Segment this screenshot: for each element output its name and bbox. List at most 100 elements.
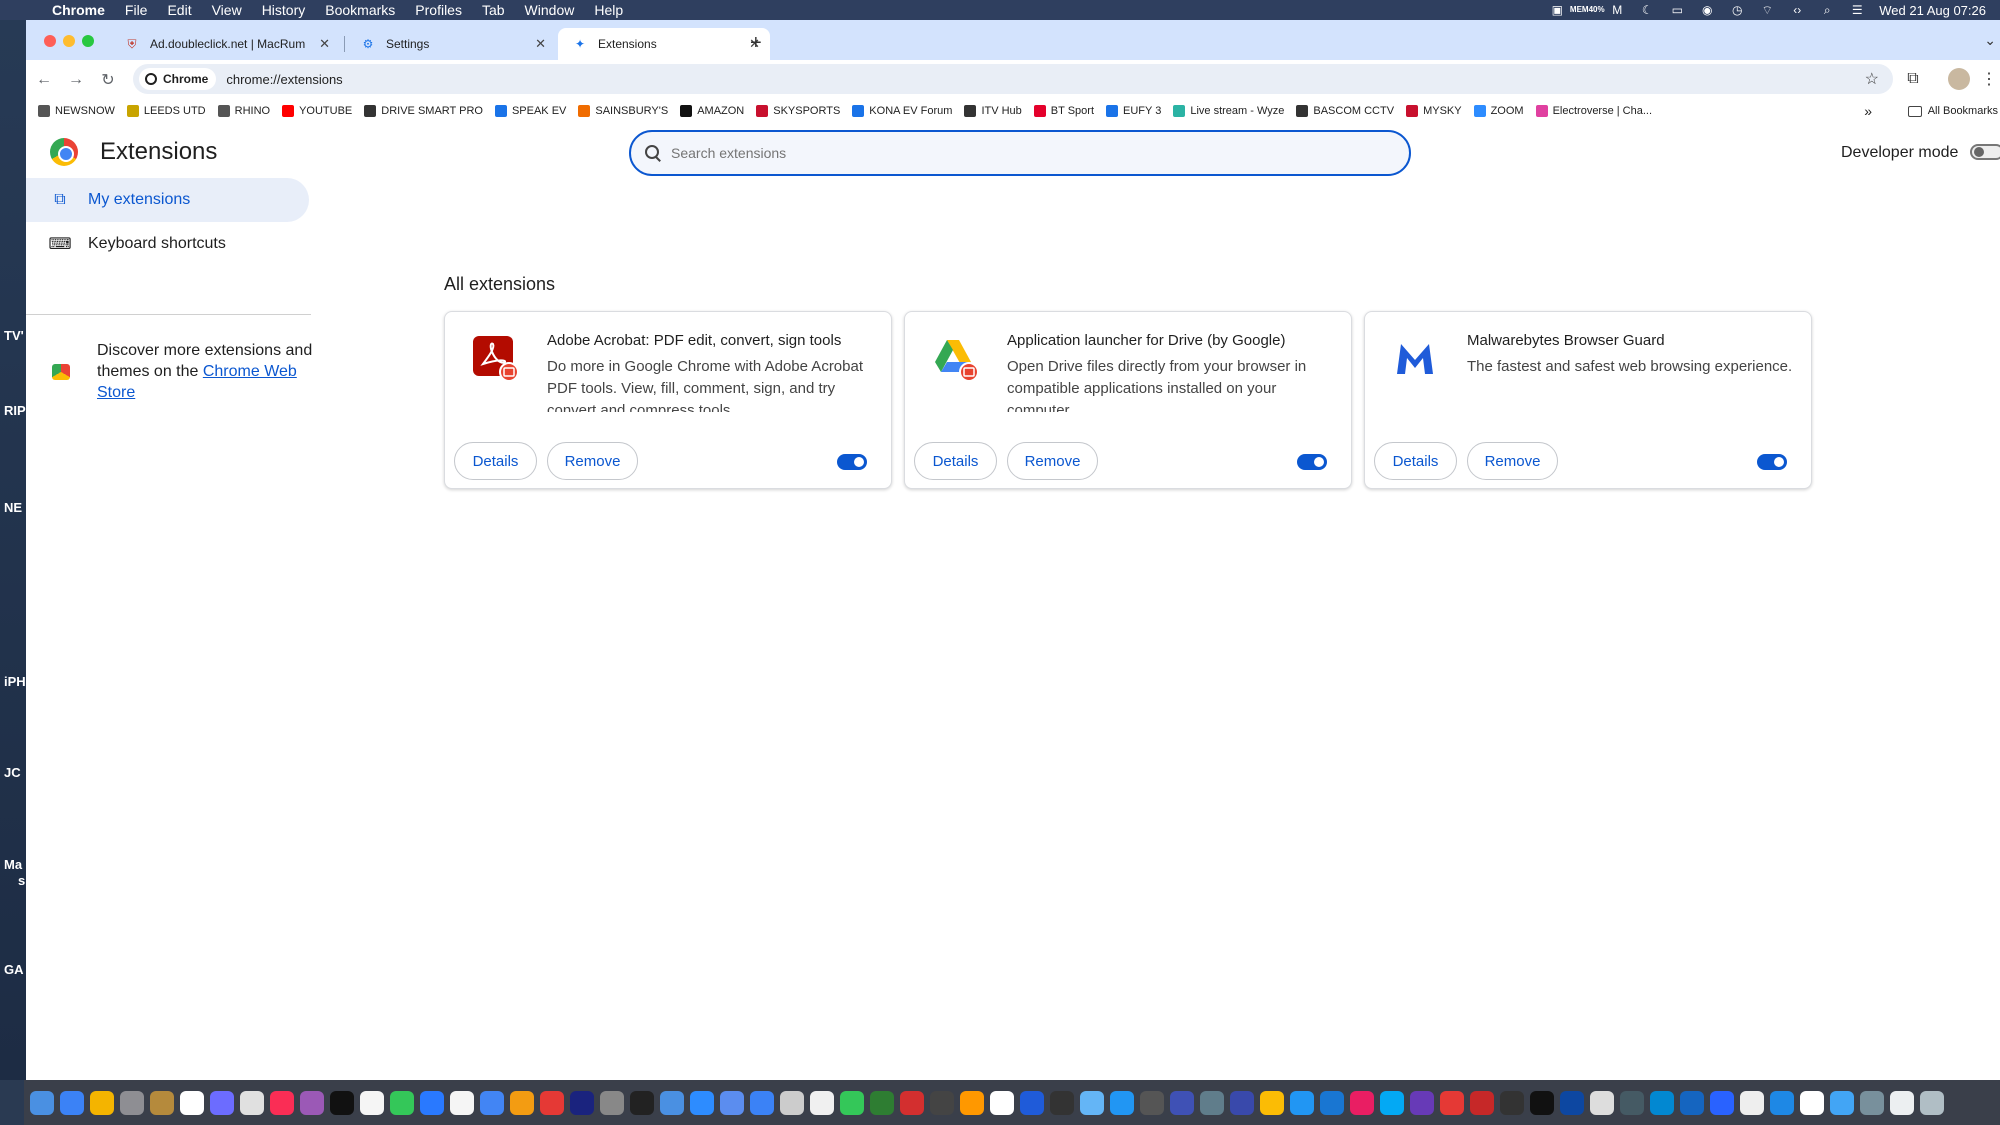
music-icon[interactable] <box>270 1090 294 1115</box>
extension-enable-toggle[interactable] <box>837 454 867 470</box>
malwarebytes-dock-icon[interactable] <box>1020 1090 1044 1115</box>
podcasts-icon[interactable] <box>300 1090 324 1115</box>
menu-window[interactable]: Window <box>525 2 575 18</box>
spotlight-icon[interactable]: ⌕ <box>1819 3 1835 17</box>
quicktime-icon[interactable] <box>750 1090 774 1115</box>
menu-history[interactable]: History <box>262 2 306 18</box>
site-info-chip[interactable]: Chrome <box>139 68 217 90</box>
close-tab-icon[interactable]: ✕ <box>535 36 546 52</box>
malwarebytes-status-icon[interactable]: M <box>1609 3 1625 17</box>
messages-icon[interactable] <box>390 1090 414 1115</box>
zoom-icon[interactable] <box>690 1090 714 1115</box>
menu-file[interactable]: File <box>125 2 148 18</box>
profile-avatar[interactable] <box>1948 68 1970 90</box>
news-icon[interactable] <box>540 1090 564 1115</box>
details-button[interactable]: Details <box>1374 442 1457 480</box>
bookmark-electroverse[interactable]: Electroverse | Cha... <box>1535 105 1652 117</box>
tab-settings[interactable]: ⚙ Settings ✕ <box>346 28 556 60</box>
bookmark-wyze[interactable]: Live stream - Wyze <box>1173 105 1284 117</box>
activity-monitor-icon[interactable] <box>630 1090 654 1115</box>
clock[interactable]: Wed 21 Aug 07:26 <box>1879 3 1986 18</box>
first-aid-icon[interactable] <box>900 1090 924 1115</box>
search-input[interactable] <box>671 145 1371 161</box>
pencil-icon[interactable] <box>960 1090 984 1115</box>
developer-mode-toggle[interactable] <box>1970 144 2000 160</box>
desktop-item-label[interactable]: NE <box>4 500 22 515</box>
home-icon[interactable] <box>1590 1090 1614 1115</box>
wifi-icon[interactable]: ⌔ <box>1759 3 1775 17</box>
preview-icon[interactable] <box>480 1090 504 1115</box>
app-store-icon[interactable] <box>420 1090 444 1115</box>
bookmark-mysky[interactable]: MYSKY <box>1406 105 1462 117</box>
menu-edit[interactable]: Edit <box>167 2 191 18</box>
word-icon[interactable] <box>1710 1090 1734 1115</box>
reload-button[interactable]: ↻ <box>96 68 120 92</box>
extensions-puzzle-icon[interactable]: ⧉ <box>1902 68 1924 90</box>
mail-icon[interactable] <box>60 1090 84 1115</box>
text-edit-icon[interactable] <box>1740 1090 1764 1115</box>
finder-icon[interactable] <box>30 1090 54 1115</box>
bookmark-sainsburys[interactable]: SAINSBURY'S <box>578 105 668 117</box>
terminal-icon[interactable] <box>1530 1090 1554 1115</box>
tab-search-chevron-icon[interactable]: ⌄ <box>1984 32 1996 49</box>
details-button[interactable]: Details <box>914 442 997 480</box>
trash-icon[interactable] <box>1920 1090 1944 1115</box>
calendar-icon[interactable] <box>180 1090 204 1115</box>
folder-dock-icon[interactable] <box>1860 1090 1884 1115</box>
desktop-item-label[interactable]: s <box>18 873 25 888</box>
preview-doc-icon[interactable] <box>810 1090 834 1115</box>
all-bookmarks-button[interactable]: All Bookmarks <box>1907 105 1998 117</box>
bookmark-star-icon[interactable]: ☆ <box>1865 69 1879 89</box>
sky-sports-icon[interactable] <box>570 1090 594 1115</box>
document-icon[interactable] <box>1800 1090 1824 1115</box>
quick-look-icon[interactable] <box>1560 1090 1584 1115</box>
bookmark-skysports[interactable]: SKYSPORTS <box>756 105 840 117</box>
desktop-item-label[interactable]: TV' <box>4 328 24 343</box>
siri-icon[interactable] <box>210 1090 234 1115</box>
address-bar[interactable]: Chrome chrome://extensions ☆ <box>133 64 1893 94</box>
screen-sharing-icon[interactable] <box>720 1090 744 1115</box>
robot-icon[interactable] <box>930 1090 954 1115</box>
google-drive-dock-icon[interactable] <box>1260 1090 1284 1115</box>
chrome-dock-icon[interactable] <box>90 1090 114 1115</box>
forward-button[interactable]: → <box>64 68 88 92</box>
pages-icon[interactable] <box>360 1090 384 1115</box>
bookmarks-overflow-button[interactable]: » <box>1864 103 1872 119</box>
bookmark-youtube[interactable]: YOUTUBE <box>282 105 352 117</box>
bookmark-eufy-3[interactable]: EUFY 3 <box>1106 105 1161 117</box>
bookmark-newsnow[interactable]: NEWSNOW <box>38 105 115 117</box>
bookmark-amazon[interactable]: AMAZON <box>680 105 744 117</box>
screenshot-icon[interactable] <box>1770 1090 1794 1115</box>
time-machine-icon[interactable]: ◷ <box>1729 3 1745 17</box>
moon-icon[interactable]: ☾ <box>1639 3 1655 17</box>
details-button[interactable]: Details <box>454 442 537 480</box>
finder-window-icon[interactable] <box>1080 1090 1104 1115</box>
guitar-icon[interactable] <box>240 1090 264 1115</box>
utility-icon[interactable] <box>1140 1090 1164 1115</box>
apple-tv-icon[interactable] <box>330 1090 354 1115</box>
remove-button[interactable]: Remove <box>1007 442 1098 480</box>
remove-button[interactable]: Remove <box>547 442 638 480</box>
tools-icon[interactable] <box>1500 1090 1524 1115</box>
minimize-window-button[interactable] <box>63 35 75 47</box>
plane-icon[interactable] <box>1200 1090 1224 1115</box>
find-my-icon[interactable] <box>870 1090 894 1115</box>
remove-button[interactable]: Remove <box>1467 442 1558 480</box>
bookmark-itv-hub[interactable]: ITV Hub <box>964 105 1022 117</box>
new-tab-button[interactable]: + <box>750 32 762 55</box>
ring-icon[interactable] <box>1380 1090 1404 1115</box>
extension-enable-toggle[interactable] <box>1757 454 1787 470</box>
safari-icon[interactable] <box>660 1090 684 1115</box>
bookmark-zoom[interactable]: ZOOM <box>1473 105 1524 117</box>
desktop-item-label[interactable]: iPH <box>4 674 26 689</box>
pdf-tool-icon[interactable] <box>1230 1090 1254 1115</box>
xcode-icon[interactable] <box>1290 1090 1314 1115</box>
more-menu-icon[interactable]: ⋮ <box>1978 68 2000 90</box>
menu-bookmarks[interactable]: Bookmarks <box>325 2 395 18</box>
notes-folder-icon[interactable] <box>150 1090 174 1115</box>
shield-dock-icon[interactable] <box>1470 1090 1494 1115</box>
menu-view[interactable]: View <box>212 2 242 18</box>
back-button[interactable]: ← <box>32 68 56 92</box>
drive-dock-icon[interactable] <box>1170 1090 1194 1115</box>
downloads-folder-icon[interactable] <box>1830 1090 1854 1115</box>
